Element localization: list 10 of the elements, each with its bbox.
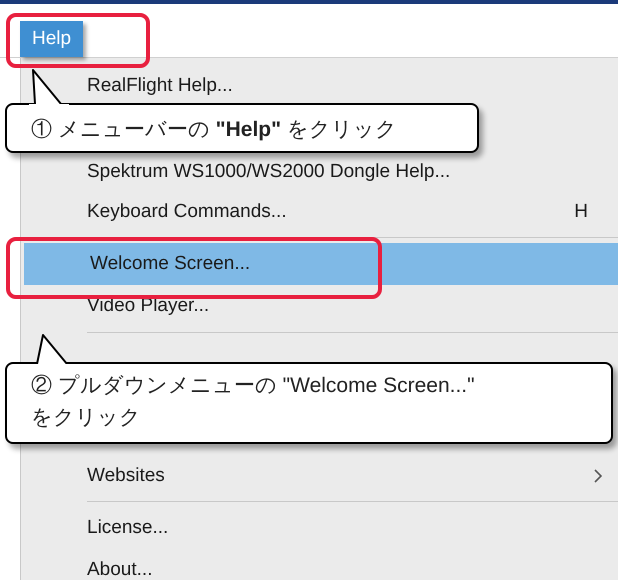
callout-text: ① メニューバーの "Help" をクリック [31, 117, 398, 143]
menu-item[interactable]: About... [21, 549, 618, 580]
menu-item[interactable]: RealFlight Help... [21, 66, 618, 106]
menu-item[interactable]: Spektrum WS1000/WS2000 Dongle Help... [21, 152, 618, 192]
menu-item[interactable]: Websites [21, 456, 618, 496]
menu-item[interactable]: Video Player... [21, 285, 618, 327]
menu-item[interactable]: Welcome Screen... [24, 243, 618, 285]
menu-item[interactable]: License... [21, 507, 618, 549]
callout-text: ② プルダウンメニューの "Welcome Screen..." をクリック [31, 373, 476, 431]
menu-item[interactable]: Keyboard Commands... H [21, 192, 618, 232]
